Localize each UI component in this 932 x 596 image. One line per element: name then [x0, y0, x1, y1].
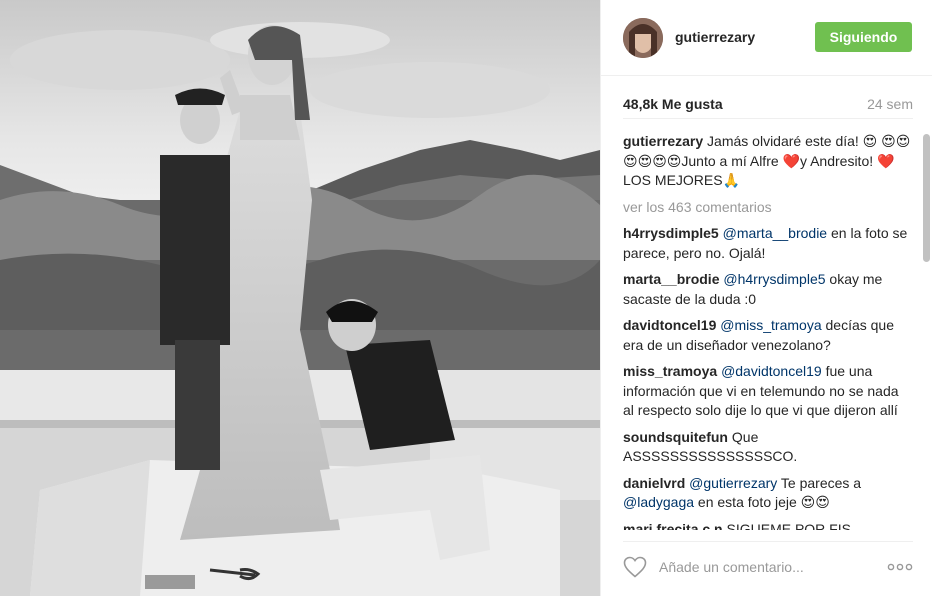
more-options-icon[interactable] — [887, 560, 913, 572]
comment-username[interactable]: marta__brodie — [623, 271, 719, 287]
list-item: miss_tramoya @davidtoncel19 fue una info… — [623, 362, 913, 421]
comment-mention[interactable]: @ladygaga — [623, 494, 694, 510]
post-photo[interactable] — [0, 0, 600, 596]
comment-username[interactable]: soundsquitefun — [623, 429, 728, 445]
heart-icon[interactable] — [623, 556, 647, 578]
comment-text: Te pareces a — [777, 474, 862, 491]
list-item: soundsquitefun Que ASSSSSSSSSSSSSSSCO. — [623, 428, 913, 467]
comment-mention[interactable]: @davidtoncel19 — [721, 363, 822, 379]
post-age[interactable]: 24 sem — [867, 96, 913, 112]
comment-username[interactable]: miss_tramoya — [623, 363, 717, 379]
list-item: davidtoncel19 @miss_tramoya decías que e… — [623, 316, 913, 355]
comment-username[interactable]: h4rrysdimple5 — [623, 225, 719, 241]
comment-text: en esta foto jeje 😍😍 — [694, 494, 830, 510]
comment-input[interactable] — [659, 554, 879, 580]
comment-bar — [623, 541, 913, 596]
list-item: mari.frecita.c.n SIGUEME POR FIS — [623, 520, 913, 531]
post-stats: 48,8k Me gusta 24 sem — [623, 89, 913, 119]
avatar[interactable] — [623, 18, 663, 58]
comment-mention[interactable]: @h4rrysdimple5 — [723, 271, 825, 287]
comment-username[interactable]: danielvrd — [623, 475, 685, 491]
comment-mention[interactable]: @marta__brodie — [723, 225, 828, 241]
comment-text: SIGUEME POR FIS — [722, 520, 851, 531]
comment-mention[interactable]: @gutierrezary — [689, 475, 777, 491]
list-item: danielvrd @gutierrezary Te pareces a @la… — [623, 474, 913, 513]
comment-username[interactable]: davidtoncel19 — [623, 317, 716, 333]
view-all-comments-link[interactable]: ver los 463 comentarios — [623, 198, 913, 218]
comments-list[interactable]: gutierrezary Jamás olvidaré este día! 😍 … — [623, 132, 913, 530]
comment-username[interactable]: mari.frecita.c.n — [623, 521, 723, 531]
following-button[interactable]: Siguiendo — [815, 22, 912, 52]
caption-username[interactable]: gutierrezary — [623, 133, 703, 149]
caption: gutierrezary Jamás olvidaré este día! 😍 … — [623, 132, 913, 191]
list-item: h4rrysdimple5 @marta__brodie en la foto … — [623, 224, 913, 263]
post-side-panel: gutierrezary Siguiendo 48,8k Me gusta 24… — [600, 0, 932, 596]
scrollbar-thumb[interactable] — [923, 134, 930, 262]
author-username[interactable]: gutierrezary — [675, 29, 755, 45]
comments-scrollbar[interactable] — [923, 134, 930, 526]
likes-count[interactable]: 48,8k Me gusta — [623, 96, 723, 112]
list-item: marta__brodie @h4rrysdimple5 okay me sac… — [623, 270, 913, 309]
comment-mention[interactable]: @miss_tramoya — [720, 317, 821, 333]
post-header: gutierrezary Siguiendo — [601, 0, 932, 76]
